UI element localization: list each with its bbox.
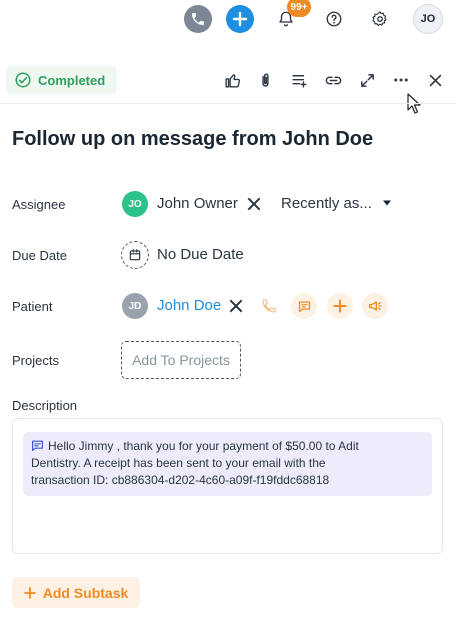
patient-avatar: JD xyxy=(122,293,148,319)
gear-icon xyxy=(372,11,387,26)
plus-icon xyxy=(333,299,347,313)
copy-link-button[interactable] xyxy=(321,68,345,92)
top-bar: 99+ JO xyxy=(0,0,456,40)
chat-icon xyxy=(298,301,310,312)
due-date-label: Due Date xyxy=(12,248,67,263)
assignee-name[interactable]: John Owner xyxy=(157,195,238,212)
assignee-label: Assignee xyxy=(12,197,66,212)
expand-button[interactable] xyxy=(355,68,379,92)
add-subtask-label: Add Subtask xyxy=(42,584,129,601)
close-button[interactable] xyxy=(423,68,447,92)
call-button[interactable] xyxy=(184,5,212,33)
thumbs-up-icon xyxy=(224,73,240,88)
help-button[interactable] xyxy=(320,5,348,33)
phone-icon xyxy=(192,13,204,25)
check-circle-icon xyxy=(15,72,31,88)
message-text-line-3: transaction ID: cb886304-d202-4c60-a09f-… xyxy=(31,473,330,487)
more-options-button[interactable] xyxy=(389,68,413,92)
calendar-icon xyxy=(129,249,141,261)
due-date-picker[interactable] xyxy=(121,241,149,269)
expand-icon xyxy=(360,73,374,87)
message-patient-button[interactable] xyxy=(291,293,317,319)
like-button[interactable] xyxy=(220,68,244,92)
chevron-down-icon[interactable] xyxy=(382,199,392,207)
add-to-list-button[interactable] xyxy=(287,68,311,92)
create-button[interactable] xyxy=(226,5,254,33)
page-title: Follow up on message from John Doe xyxy=(12,128,374,150)
paperclip-icon xyxy=(261,73,269,87)
header-divider xyxy=(0,103,456,104)
chat-icon xyxy=(32,440,43,451)
campaign-button[interactable] xyxy=(362,293,388,319)
more-icon xyxy=(394,78,408,82)
list-add-icon xyxy=(291,74,307,88)
due-date-value[interactable]: No Due Date xyxy=(157,246,244,263)
description-label: Description xyxy=(12,398,78,413)
message-text-line-2: Dentistry. A receipt has been sent to yo… xyxy=(31,456,326,470)
add-subtask-button[interactable]: Add Subtask xyxy=(12,577,140,608)
call-patient-button[interactable] xyxy=(256,293,282,319)
remove-assignee-icon[interactable] xyxy=(247,197,261,211)
remove-patient-icon[interactable] xyxy=(229,299,243,313)
plus-icon xyxy=(232,11,248,27)
megaphone-icon xyxy=(369,301,382,311)
status-badge[interactable]: Completed xyxy=(6,66,118,94)
patient-name-link[interactable]: John Doe xyxy=(157,297,221,314)
settings-button[interactable] xyxy=(366,5,394,33)
phone-icon xyxy=(262,299,276,313)
plus-icon xyxy=(23,586,36,599)
assignee-sort-select[interactable]: Recently as... xyxy=(281,195,372,212)
help-icon xyxy=(326,11,342,27)
message-text-line-1: Hello Jimmy , thank you for your payment… xyxy=(48,439,359,453)
description-field[interactable]: Hello Jimmy , thank you for your payment… xyxy=(12,418,443,554)
projects-label: Projects xyxy=(12,353,59,368)
add-to-projects-button[interactable]: Add To Projects xyxy=(121,341,241,379)
user-avatar[interactable]: JO xyxy=(413,4,443,34)
notification-count-badge: 99+ xyxy=(287,0,311,17)
message-line: Hello Jimmy , thank you for your payment… xyxy=(31,438,424,455)
link-icon xyxy=(325,76,341,84)
patient-label: Patient xyxy=(12,299,53,314)
message-bubble: Hello Jimmy , thank you for your payment… xyxy=(23,432,432,496)
add-patient-action-button[interactable] xyxy=(327,293,353,319)
close-icon xyxy=(429,74,441,86)
status-label: Completed xyxy=(38,72,106,88)
attach-button[interactable] xyxy=(253,68,277,92)
assignee-avatar: JO xyxy=(122,191,148,217)
mouse-cursor-icon xyxy=(407,93,421,114)
